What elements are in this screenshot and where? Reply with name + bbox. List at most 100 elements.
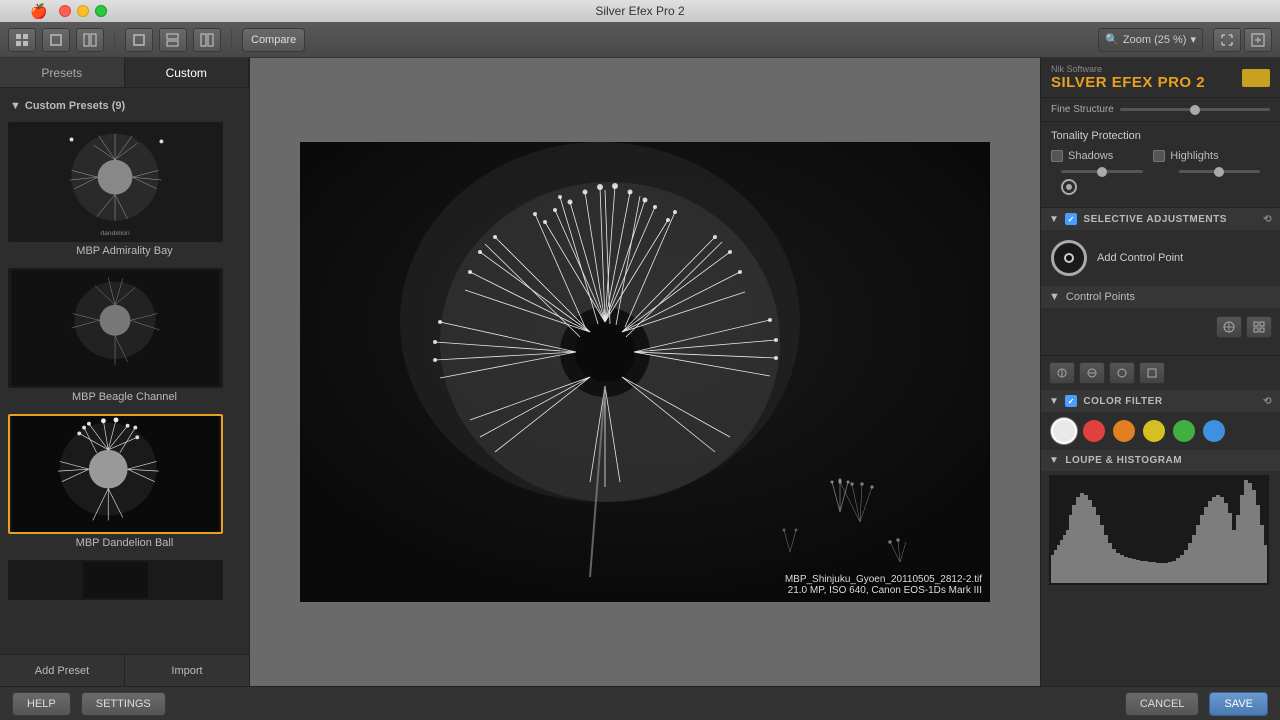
preset-group-header: ▼ Custom Presets (9) (8, 96, 241, 116)
control-point-inner (1064, 253, 1074, 263)
toolbar-sep-1 (114, 30, 115, 50)
preset-thumb-wrap (8, 560, 223, 600)
main-image (300, 142, 990, 602)
toolbar-sep-2 (231, 30, 232, 50)
color-filter-check[interactable]: ✓ (1065, 395, 1077, 407)
compare-button[interactable]: Compare (242, 28, 305, 52)
shadows-checkbox[interactable] (1051, 150, 1063, 162)
close-button[interactable] (59, 5, 71, 17)
control-points-list (1041, 346, 1280, 356)
add-control-point-button[interactable]: Add Control Point (1097, 252, 1270, 264)
cursor-pointer-icon (1061, 179, 1077, 195)
layout-btn-2[interactable] (159, 28, 187, 52)
shadows-slider[interactable] (1061, 170, 1143, 173)
preset-thumb-wrap (8, 414, 223, 534)
tonality-checkboxes: Shadows Highlights (1051, 150, 1270, 162)
tonality-section: Tonality Protection Shadows Highlights (1041, 122, 1280, 208)
help-button[interactable]: HELP (12, 692, 71, 716)
color-filter-white[interactable] (1053, 420, 1075, 442)
preset-name: MBP Dandelion Ball (8, 534, 241, 552)
selective-adj-check[interactable]: ✓ (1065, 213, 1077, 225)
collapse-arrow-icon: ▼ (10, 100, 21, 112)
color-filter-label: COLOR FILTER (1083, 396, 1162, 407)
single-view-btn[interactable] (42, 28, 70, 52)
list-item[interactable]: MBP Beagle Channel (8, 268, 241, 406)
import-button[interactable]: Import (125, 655, 249, 686)
shadows-check[interactable]: Shadows (1051, 150, 1113, 162)
image-info: MBP_Shinjuku_Gyoen_20110505_2812-2.tif 2… (785, 574, 982, 596)
loupe-collapse-icon: ▼ (1049, 455, 1059, 466)
cp-bottom-tools (1041, 356, 1280, 390)
image-container: MBP_Shinjuku_Gyoen_20110505_2812-2.tif 2… (300, 142, 990, 602)
zoom-arrow-icon: ▾ (1190, 33, 1196, 46)
list-item[interactable]: MBP Dandelion Ball (8, 414, 241, 552)
fine-structure-section: Fine Structure (1041, 98, 1280, 122)
split-view-btn[interactable] (76, 28, 104, 52)
cancel-button[interactable]: CANCEL (1125, 692, 1200, 716)
zoom-label: Zoom (25 %) (1123, 34, 1187, 46)
preset-name: MBP Beagle Channel (8, 388, 241, 406)
right-panel: Nik Software SILVER EFEX PRO 2 Fine Stru… (1040, 58, 1280, 686)
window-title: Silver Efex Pro 2 (595, 4, 684, 18)
sidebar-bottom: Add Preset Import (0, 654, 249, 686)
tab-custom[interactable]: Custom (125, 58, 250, 87)
histogram-chart (1049, 475, 1269, 585)
color-filter-dots (1041, 412, 1280, 450)
cp-circle-btn[interactable] (1216, 316, 1242, 338)
fit-btn[interactable] (1213, 28, 1241, 52)
cp-tool-1[interactable] (1049, 362, 1075, 384)
main-area: Presets Custom ▼ Custom Presets (9) (0, 58, 1280, 686)
selective-adj-label: SELECTIVE ADJUSTMENTS (1083, 214, 1226, 225)
preset-thumb-wrap (8, 268, 223, 388)
selective-adjustments-header[interactable]: ▼ ✓ SELECTIVE ADJUSTMENTS ⟲ (1041, 208, 1280, 230)
preset-thumb-wrap: dandelion (8, 122, 223, 242)
control-points-label: Control Points (1066, 291, 1135, 303)
minimize-button[interactable] (77, 5, 89, 17)
loupe-histogram-header[interactable]: ▼ LOUPE & HISTOGRAM (1041, 450, 1280, 471)
add-control-section: Add Control Point (1041, 230, 1280, 286)
view-icon-btn[interactable] (8, 28, 36, 52)
preset-group-label: Custom Presets (9) (25, 100, 125, 112)
cp-tool-2[interactable] (1079, 362, 1105, 384)
list-item[interactable] (8, 560, 241, 600)
add-preset-button[interactable]: Add Preset (0, 655, 125, 686)
traffic-lights: 🍎 (0, 3, 107, 20)
color-filter-blue[interactable] (1203, 420, 1225, 442)
color-filter-orange[interactable] (1113, 420, 1135, 442)
list-item[interactable]: dandelion MBP Admirality Bay (8, 122, 241, 260)
highlights-label: Highlights (1170, 150, 1218, 162)
bottom-bar: HELP SETTINGS CANCEL SAVE (0, 686, 1280, 720)
control-points-header[interactable]: ▼ Control Points (1041, 286, 1280, 308)
maximize-button[interactable] (95, 5, 107, 17)
tab-presets[interactable]: Presets (0, 58, 125, 87)
color-filter-green[interactable] (1173, 420, 1195, 442)
zoom-display[interactable]: 🔍 Zoom (25 %) ▾ (1098, 28, 1203, 52)
highlights-slider[interactable] (1179, 170, 1261, 173)
preset-list: ▼ Custom Presets (9) (0, 88, 249, 654)
nik-title: SILVER EFEX PRO 2 (1051, 74, 1205, 91)
histogram-area (1041, 471, 1280, 591)
layout-btn-3[interactable] (193, 28, 221, 52)
cp-grid-btn[interactable] (1246, 316, 1272, 338)
highlights-check[interactable]: Highlights (1153, 150, 1218, 162)
fine-structure-slider[interactable] (1120, 108, 1270, 111)
nik-brand: Nik Software (1051, 64, 1205, 74)
save-button[interactable]: SAVE (1209, 692, 1268, 716)
canvas-area[interactable]: MBP_Shinjuku_Gyoen_20110505_2812-2.tif 2… (250, 58, 1040, 686)
shadows-label: Shadows (1068, 150, 1113, 162)
layout-btn-1[interactable] (125, 28, 153, 52)
svg-text:dandelion: dandelion (100, 230, 130, 237)
color-filter-yellow[interactable] (1143, 420, 1165, 442)
color-filter-red[interactable] (1083, 420, 1105, 442)
nik-header: Nik Software SILVER EFEX PRO 2 (1041, 58, 1280, 98)
titlebar: 🍎 Silver Efex Pro 2 (0, 0, 1280, 22)
cp-tool-3[interactable] (1109, 362, 1135, 384)
nik-branding: Nik Software SILVER EFEX PRO 2 (1051, 64, 1205, 91)
settings-button[interactable]: SETTINGS (81, 692, 166, 716)
color-filter-header[interactable]: ▼ ✓ COLOR FILTER ⟲ (1041, 390, 1280, 412)
highlights-checkbox[interactable] (1153, 150, 1165, 162)
fullscreen-btn[interactable] (1244, 28, 1272, 52)
control-point-icon (1051, 240, 1087, 276)
tonality-title: Tonality Protection (1051, 130, 1270, 142)
cp-tool-4[interactable] (1139, 362, 1165, 384)
